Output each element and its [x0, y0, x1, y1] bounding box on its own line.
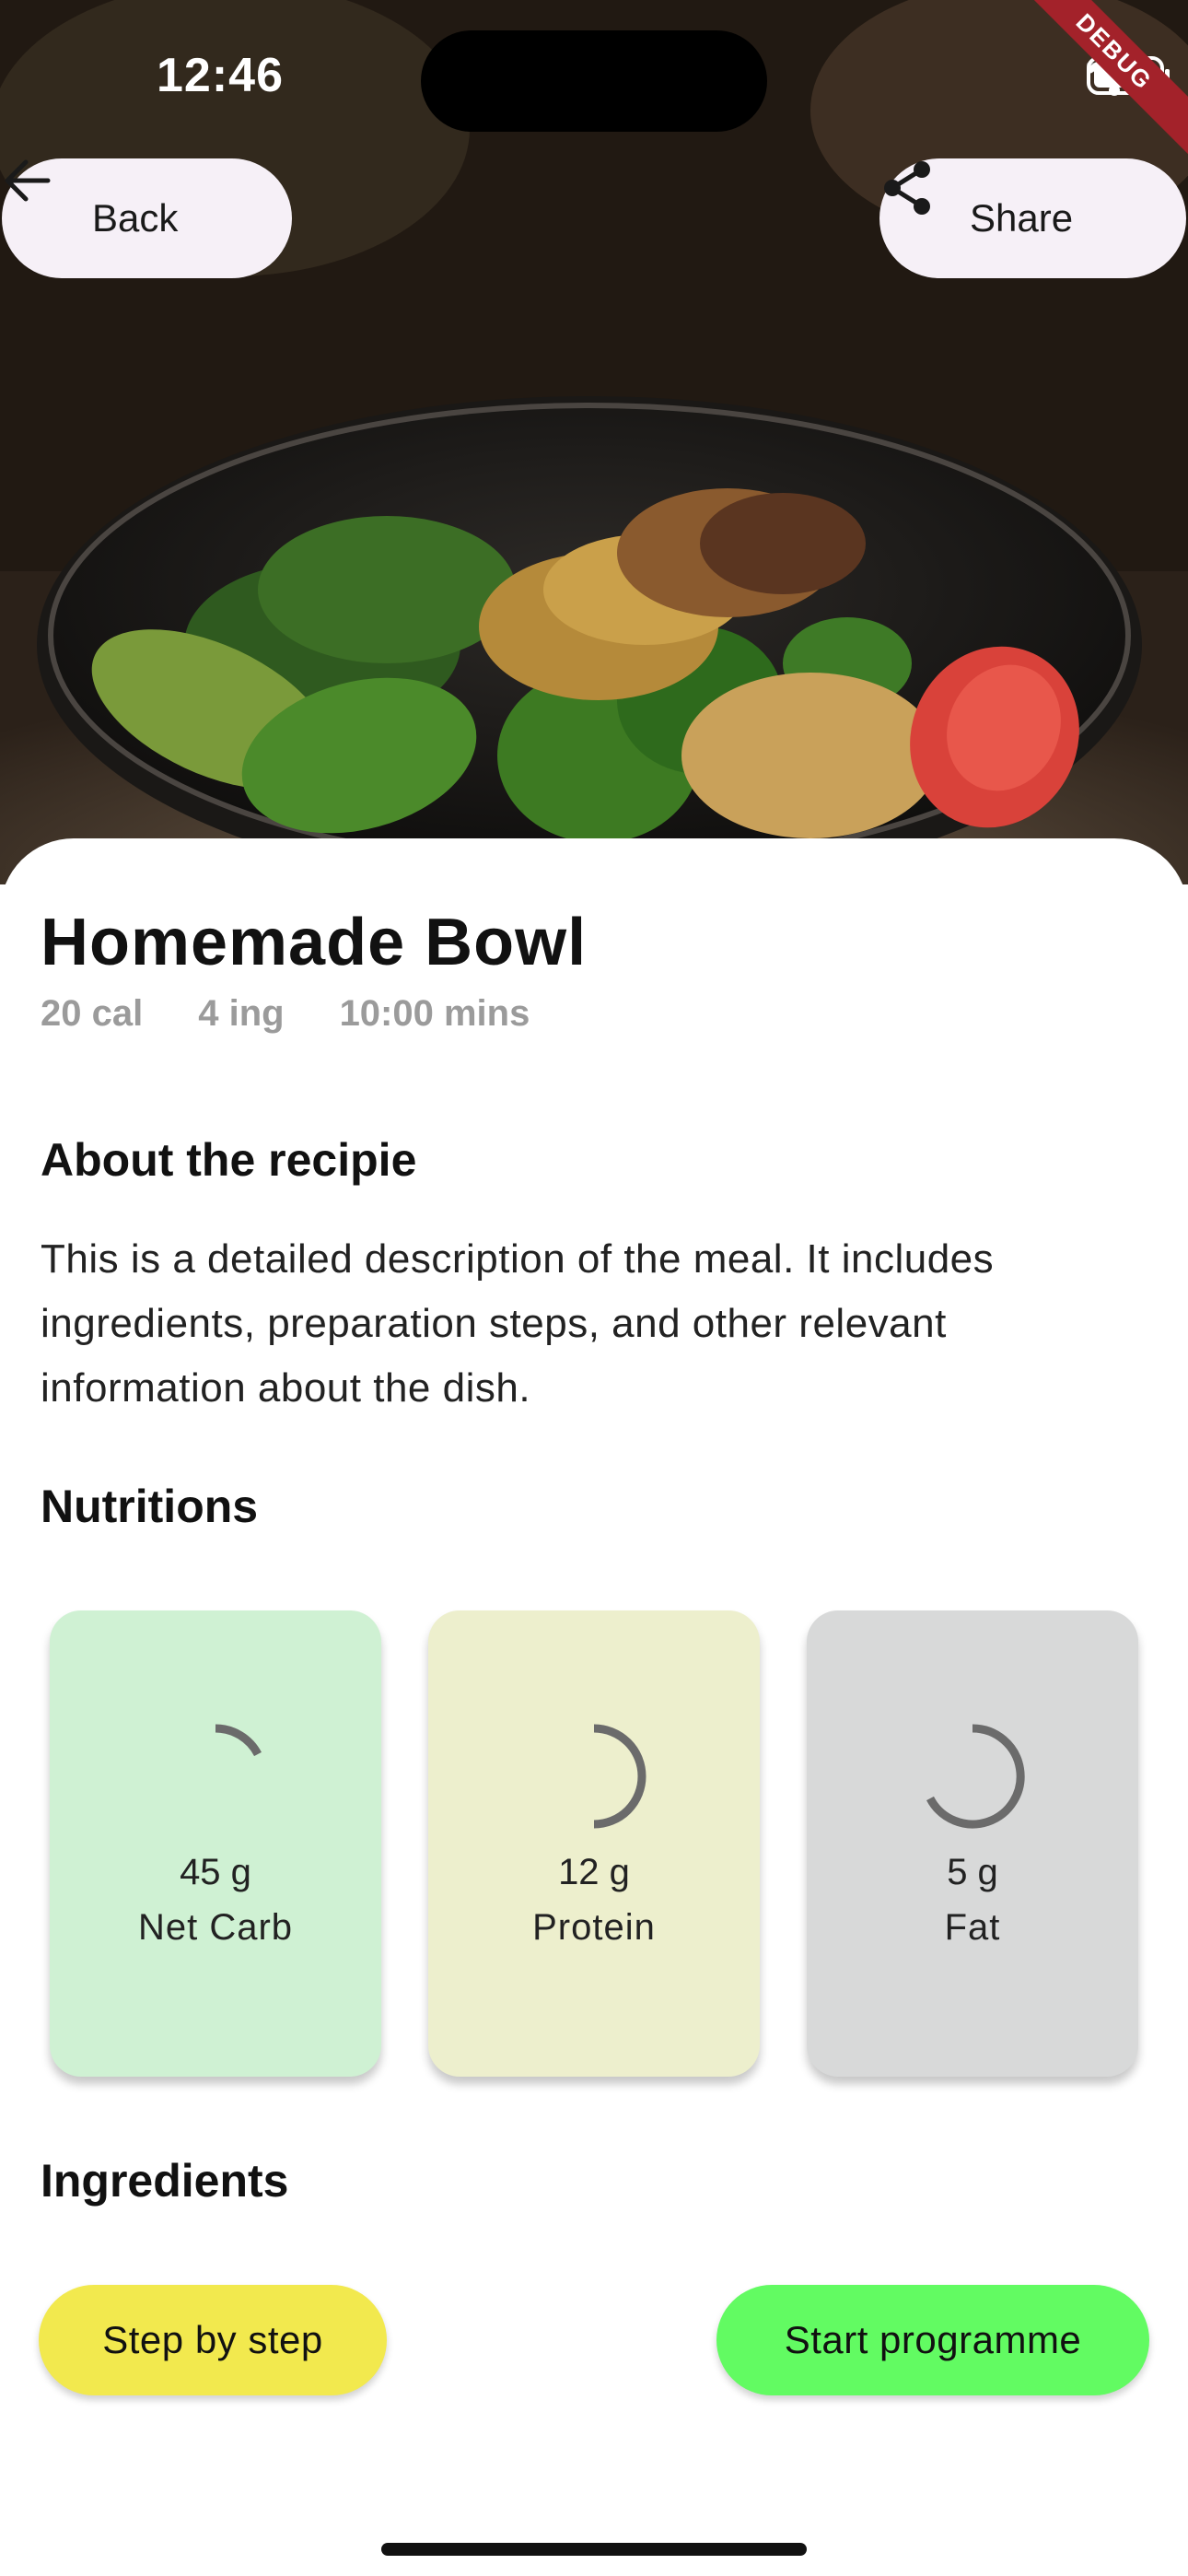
ingredient-count: 4 ing — [198, 993, 285, 1034]
share-button[interactable]: Share — [879, 158, 1186, 278]
recipe-description: This is a detailed description of the me… — [41, 1236, 995, 1411]
recipe-meta: 20 cal 4 ing 10:00 mins — [41, 993, 530, 1035]
progress-ring-icon — [215, 1724, 262, 1757]
nutrition-name: Protein — [532, 1907, 656, 1948]
share-label: Share — [970, 196, 1074, 240]
back-label: Back — [92, 196, 179, 240]
ingredients-heading: Ingredients — [41, 2155, 289, 2207]
nutrition-name: Fat — [944, 1907, 1001, 1948]
progress-ring-icon — [926, 1724, 1025, 1829]
calories-value: 20 cal — [41, 993, 144, 1034]
arrow-left-icon — [5, 159, 51, 202]
nutrition-card-fat: 5 g Fat — [807, 1610, 1138, 2077]
start-programme-button[interactable]: Start programme — [716, 2285, 1149, 2395]
recipe-hero-image: 12:46 DEBUG Back Share — [0, 0, 1188, 884]
home-indicator[interactable] — [381, 2543, 807, 2556]
nutrition-amount: 5 g — [947, 1852, 998, 1892]
duration-value: 10:00 mins — [339, 993, 530, 1034]
food-bowl-photo — [0, 0, 1188, 884]
nutrition-card-protein: 12 g Protein — [428, 1610, 760, 2077]
nutrition-card-net-carb: 45 g Net Carb — [50, 1610, 381, 2077]
back-button[interactable]: Back — [2, 158, 292, 278]
recipe-title: Homemade Bowl — [41, 906, 588, 979]
status-time: 12:46 — [157, 49, 284, 102]
dynamic-island — [421, 30, 767, 132]
share-icon — [884, 161, 930, 215]
step-by-step-button[interactable]: Step by step — [39, 2285, 387, 2395]
nutrition-amount: 12 g — [558, 1852, 630, 1892]
about-heading: About the recipie — [41, 1134, 417, 1186]
nutrition-name: Net Carb — [137, 1907, 294, 1948]
nutrition-heading: Nutritions — [41, 1481, 259, 1532]
progress-ring-icon — [593, 1724, 646, 1829]
nutrition-amount: 45 g — [180, 1852, 251, 1892]
